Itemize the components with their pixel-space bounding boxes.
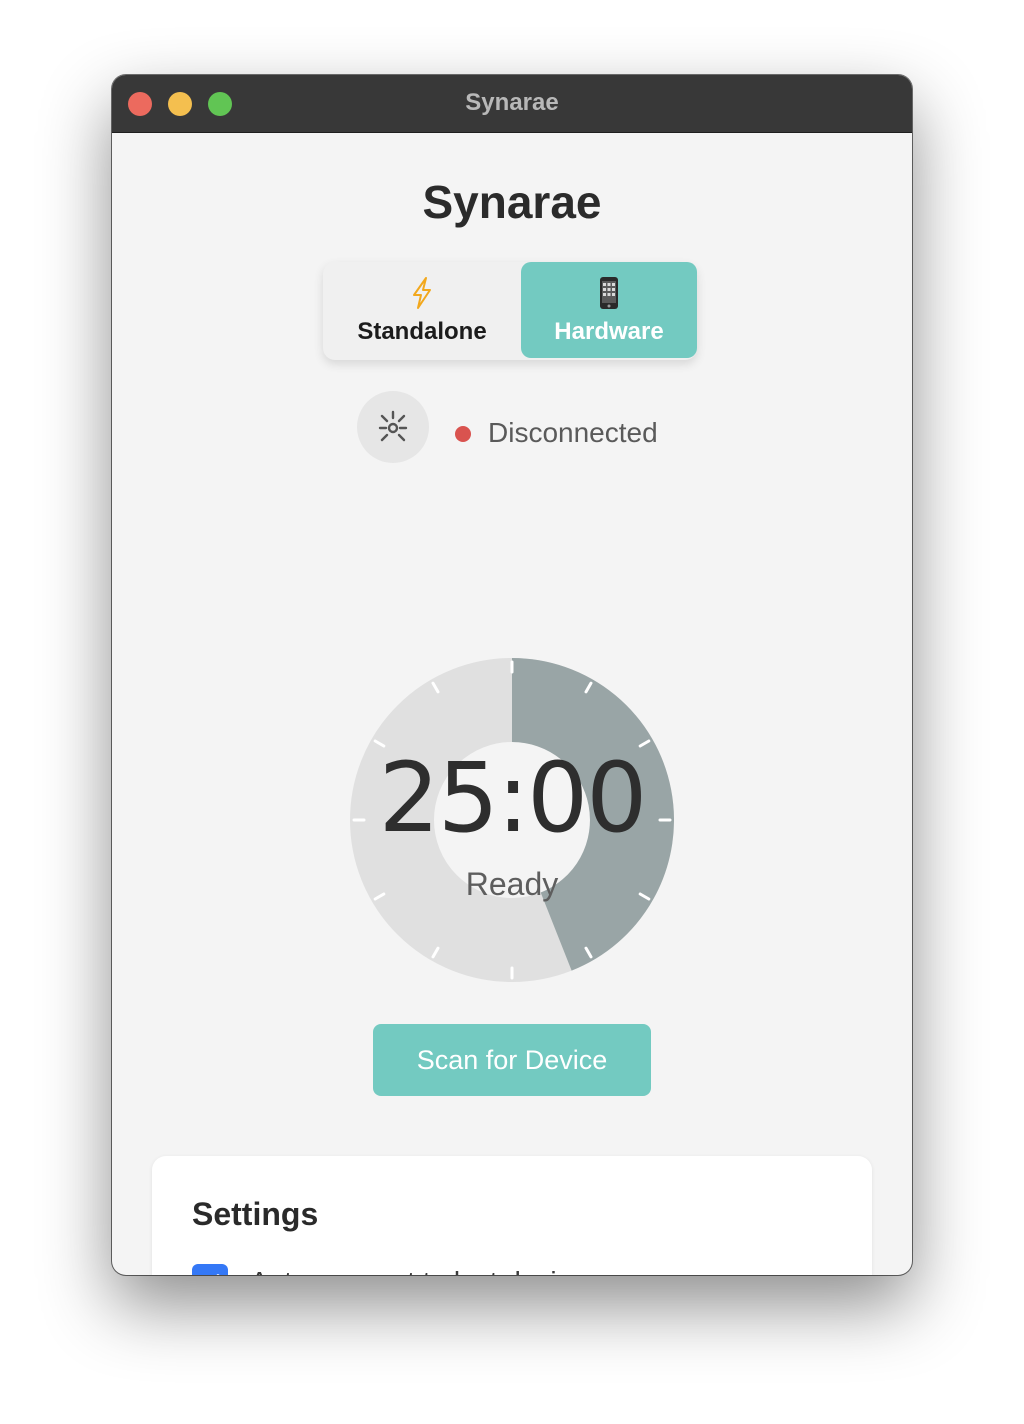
title-bar: Synarae: [112, 75, 912, 133]
scan-for-device-button[interactable]: Scan for Device: [373, 1024, 651, 1096]
lightning-icon: [323, 276, 521, 310]
mode-standalone-button[interactable]: Standalone: [323, 262, 521, 358]
mode-standalone-label: Standalone: [357, 318, 487, 345]
app-title: Synarae: [422, 176, 602, 228]
mode-toggle: Standalone Hardware: [323, 262, 697, 360]
status-indicator-dot: [455, 426, 471, 442]
mode-hardware-button[interactable]: Hardware: [521, 262, 697, 358]
auto-connect-checkbox[interactable]: [192, 1264, 228, 1275]
timer-dial: 25:00 Ready: [350, 658, 674, 982]
auto-connect-label: Auto-connect to last device: [250, 1266, 586, 1275]
connection-status: Disconnected: [357, 391, 697, 463]
setting-auto-connect[interactable]: Auto-connect to last device: [192, 1264, 792, 1275]
settings-card: Settings Auto-connect to last device: [152, 1156, 872, 1275]
timer-value: 25:00: [378, 742, 648, 854]
main-content: Synarae Standalone Hardware Disconnected…: [112, 133, 912, 1275]
app-window: Synarae Synarae Standalone Hardware Disc…: [112, 75, 912, 1275]
mode-hardware-label: Hardware: [554, 318, 664, 345]
connection-status-text: Disconnected: [488, 417, 658, 448]
phone-icon: [521, 276, 697, 310]
checkmark-icon: [216, 1274, 220, 1275]
settings-title: Settings: [192, 1196, 319, 1232]
bluetooth-searching-icon[interactable]: [357, 391, 429, 463]
timer-state: Ready: [465, 866, 559, 902]
window-title: Synarae: [465, 89, 559, 116]
